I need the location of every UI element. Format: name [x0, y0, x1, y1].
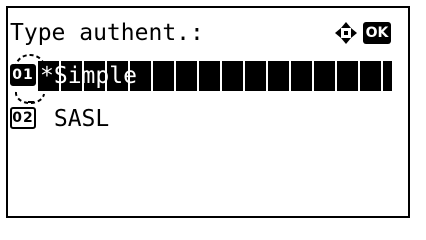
screen-title: Type authent.:	[10, 20, 204, 46]
list-item-option-2[interactable]: 02 SASL	[10, 104, 392, 134]
option-number-badge: 02	[10, 107, 36, 129]
option-number-badge: 01	[10, 64, 36, 86]
option-label: SASL	[40, 106, 110, 132]
nav-ok-indicator: OK	[335, 22, 395, 44]
ok-label: OK	[365, 25, 389, 41]
option-label: *Simple	[40, 63, 137, 89]
ok-badge[interactable]: OK	[363, 22, 391, 44]
list-item-option-1[interactable]: 01 *Simple	[10, 61, 392, 91]
